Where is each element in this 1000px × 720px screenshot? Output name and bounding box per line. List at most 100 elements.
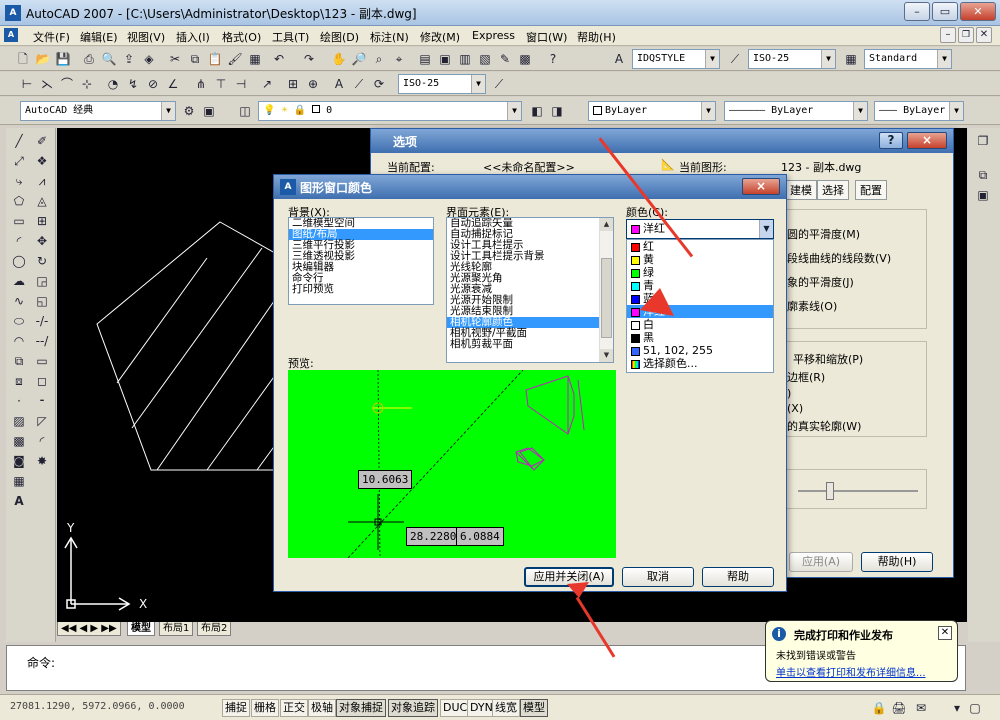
- scroll-down-icon[interactable]: ▼: [600, 349, 613, 362]
- color-option-black[interactable]: 黑: [627, 331, 773, 344]
- new-icon[interactable]: 🗋: [14, 50, 32, 68]
- construction-line-icon[interactable]: ⤢: [10, 152, 28, 170]
- revision-cloud-icon[interactable]: ☁: [10, 272, 28, 290]
- options-help-button[interactable]: ?: [879, 132, 903, 149]
- baseline-dim-icon[interactable]: ⊤: [212, 75, 230, 93]
- save-icon[interactable]: 💾: [54, 50, 72, 68]
- center-mark-icon[interactable]: ⊕: [304, 75, 322, 93]
- design-center-icon[interactable]: ▣: [436, 50, 454, 68]
- multiline-text-icon[interactable]: A: [10, 492, 28, 510]
- layer-previous-icon[interactable]: ◨: [548, 102, 566, 120]
- break-at-point-icon[interactable]: ▭: [33, 352, 51, 370]
- calculator-icon[interactable]: ▩: [516, 50, 534, 68]
- menu-modify[interactable]: 修改(M): [420, 29, 460, 45]
- tile-icon[interactable]: ⧉: [974, 166, 992, 184]
- ortho-toggle[interactable]: 正交: [280, 699, 308, 717]
- layer-manager-icon[interactable]: ◫: [236, 102, 254, 120]
- stretch-icon[interactable]: ◱: [33, 292, 51, 310]
- menu-insert[interactable]: 插入(I): [176, 29, 210, 45]
- insert-block-icon[interactable]: ⧉: [10, 352, 28, 370]
- chamfer-icon[interactable]: ◸: [33, 412, 51, 430]
- cancel-button[interactable]: 取消: [622, 567, 694, 587]
- arc-icon[interactable]: ◜: [10, 232, 28, 250]
- zoom-realtime-icon[interactable]: 🔎: [350, 50, 368, 68]
- polyline-icon[interactable]: ⤷: [10, 172, 28, 190]
- scroll-up-icon[interactable]: ▲: [600, 218, 613, 231]
- tool-palettes-icon[interactable]: ▥: [456, 50, 474, 68]
- lineweight-combo[interactable]: ——— ByLayer ▼: [874, 101, 964, 121]
- workspace-icon[interactable]: ▣: [200, 102, 218, 120]
- lwt-toggle[interactable]: 线宽: [492, 699, 520, 717]
- join-icon[interactable]: ⁃: [33, 392, 51, 410]
- tolerance-icon[interactable]: ⊞: [284, 75, 302, 93]
- menu-arrow-icon[interactable]: ▾: [948, 699, 966, 717]
- hatch-icon[interactable]: ▨: [10, 412, 28, 430]
- zoom-previous-icon[interactable]: ⌖: [390, 50, 408, 68]
- ordinate-dim-icon[interactable]: ⊹: [78, 75, 96, 93]
- doc-close-button[interactable]: ✕: [976, 27, 992, 43]
- dimension-style-icon[interactable]: ⟋: [490, 75, 508, 93]
- color-combo-box[interactable]: 洋红 ▼: [626, 219, 774, 239]
- menu-format[interactable]: 格式(O): [222, 29, 261, 45]
- coordinate-display[interactable]: 27081.1290, 5972.0966, 0.0000: [10, 701, 185, 712]
- region-icon[interactable]: ◙: [10, 452, 28, 470]
- element-scrollbar[interactable]: ▲ ▼: [599, 218, 613, 362]
- aligned-dim-icon[interactable]: ⋋: [38, 75, 56, 93]
- minimize-button[interactable]: –: [904, 2, 930, 21]
- properties-icon[interactable]: ▤: [416, 50, 434, 68]
- chevron-down-icon[interactable]: ▼: [759, 220, 773, 238]
- preview-camera-glyph[interactable]: [515, 447, 545, 471]
- explode-icon[interactable]: ✸: [33, 452, 51, 470]
- scroll-thumb[interactable]: [601, 258, 612, 338]
- osnap-toggle[interactable]: 对象捕捉: [336, 699, 386, 717]
- erase-icon[interactable]: ✐: [33, 132, 51, 150]
- mirror-icon[interactable]: ⩘: [33, 172, 51, 190]
- match-properties-icon[interactable]: 🖌: [226, 50, 244, 68]
- open-icon[interactable]: 📂: [34, 50, 52, 68]
- help-button[interactable]: 帮助: [702, 567, 774, 587]
- tab-layout2[interactable]: 布局2: [197, 622, 232, 636]
- copy-object-icon[interactable]: ❖: [33, 152, 51, 170]
- menu-window[interactable]: 窗口(W): [526, 29, 567, 45]
- polar-toggle[interactable]: 极轴: [308, 699, 336, 717]
- quick-leader-icon[interactable]: ↗: [258, 75, 276, 93]
- interface-element-listbox[interactable]: 自动追踪矢量 自动捕捉标记 设计工具栏提示 设计工具栏提示背景 光线轮廓 光源聚…: [446, 217, 614, 363]
- context-listbox[interactable]: 二维模型空间 图纸/布局 三维平行投影 三维透视投影 块编辑器 命令行 打印预览: [288, 217, 434, 305]
- context-item[interactable]: 打印预览: [289, 284, 433, 295]
- balloon-close-icon[interactable]: ✕: [938, 626, 952, 640]
- arrange-icon[interactable]: ▣: [974, 186, 992, 204]
- plot-notification-balloon[interactable]: i 完成打印和作业发布 ✕ 未找到错误或警告 单击以查看打印和发布详细信息...: [765, 620, 958, 682]
- help-icon[interactable]: ?: [544, 50, 562, 68]
- text-style-combo[interactable]: IDQSTYLE ▼: [632, 49, 720, 69]
- workspace-combo[interactable]: AutoCAD 经典 ▼: [20, 101, 176, 121]
- options-apply-button[interactable]: 应用(A): [789, 552, 853, 572]
- lock-icon[interactable]: 🔒: [870, 699, 888, 717]
- menu-dimension[interactable]: 标注(N): [370, 29, 409, 45]
- jogged-dim-icon[interactable]: ↯: [124, 75, 142, 93]
- cut-icon[interactable]: ✂: [166, 50, 184, 68]
- radius-dim-icon[interactable]: ◔: [104, 75, 122, 93]
- zoom-window-icon[interactable]: ⌕: [370, 50, 388, 68]
- close-button[interactable]: ✕: [960, 2, 996, 21]
- options-help-dialog-button[interactable]: 帮助(H): [861, 552, 933, 572]
- pan-icon[interactable]: ✋: [330, 50, 348, 68]
- linear-dim-icon[interactable]: ⊢: [18, 75, 36, 93]
- dim-edit-icon[interactable]: A: [330, 75, 348, 93]
- tab-first-arrow[interactable]: ◀◀ ◀ ▶ ▶▶: [57, 622, 121, 636]
- make-current-layer-icon[interactable]: ◧: [528, 102, 546, 120]
- menu-express[interactable]: Express: [472, 29, 515, 42]
- block-editor-icon[interactable]: ▦: [246, 50, 264, 68]
- menu-view[interactable]: 视图(V): [127, 29, 165, 45]
- ellipse-arc-icon[interactable]: ◠: [10, 332, 28, 350]
- dim-update-icon[interactable]: ⟳: [370, 75, 388, 93]
- color-option-red[interactable]: 红: [627, 240, 773, 253]
- paste-icon[interactable]: 📋: [206, 50, 224, 68]
- table-style-icon[interactable]: ▦: [842, 50, 860, 68]
- rotate-icon[interactable]: ↻: [33, 252, 51, 270]
- menu-help[interactable]: 帮助(H): [577, 29, 616, 45]
- angular-dim-icon[interactable]: ∠: [164, 75, 182, 93]
- arc-length-icon[interactable]: ⌒: [58, 75, 76, 93]
- color-combo[interactable]: ByLayer ▼: [588, 101, 716, 121]
- options-close-button[interactable]: ×: [907, 132, 947, 149]
- table-icon[interactable]: ▦: [10, 472, 28, 490]
